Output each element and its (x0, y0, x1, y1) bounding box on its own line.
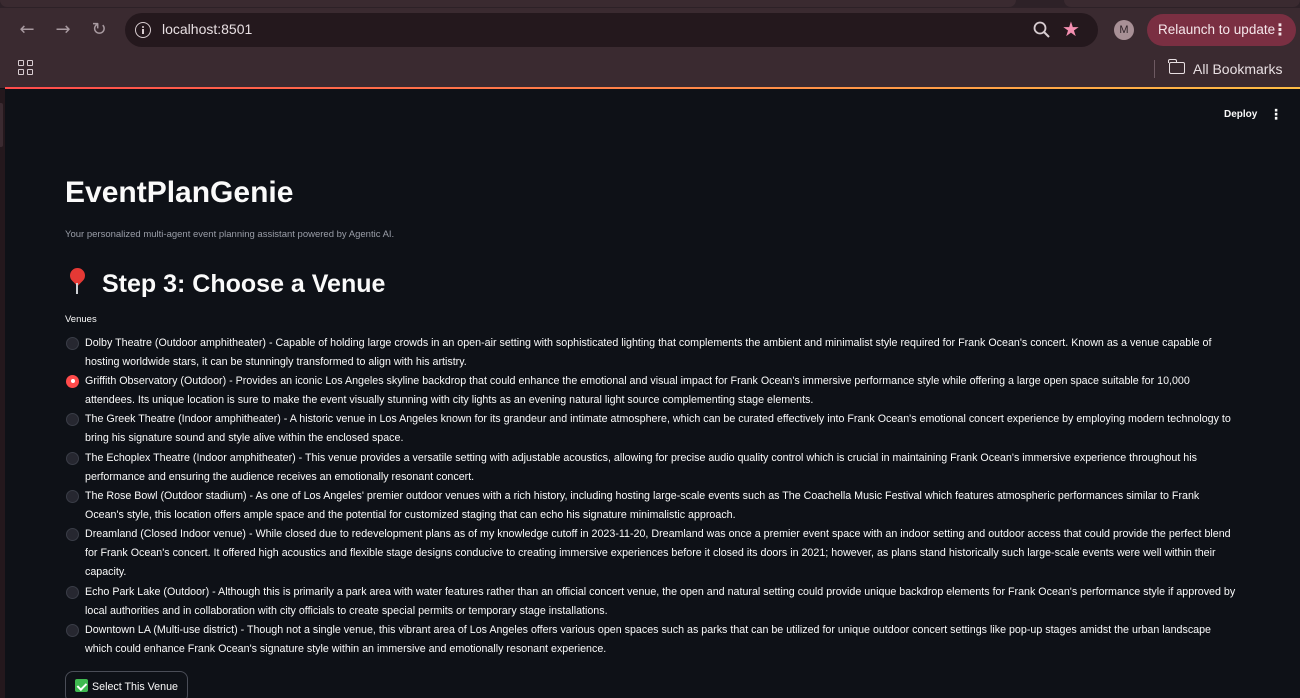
radio-button[interactable] (66, 489, 79, 503)
forward-icon[interactable]: → (51, 18, 75, 42)
venue-option-label[interactable]: Dreamland (Closed Indoor venue) - While … (85, 525, 1236, 583)
step-heading: Step 3: Choose a Venue (66, 266, 385, 299)
deploy-button[interactable]: Deploy (1218, 105, 1263, 125)
page-subtitle: Your personalized multi-agent event plan… (65, 229, 395, 240)
sidebar-collapsed-edge (0, 89, 5, 698)
check-mark-icon (75, 679, 88, 692)
radio-button[interactable] (66, 527, 79, 541)
venue-option[interactable]: The Greek Theatre (Indoor amphitheater) … (66, 410, 1236, 448)
relaunch-button[interactable]: Relaunch to update ⋮ (1147, 14, 1296, 46)
app-header-accent (5, 87, 1300, 89)
back-icon[interactable]: ← (15, 18, 39, 42)
venue-option-label[interactable]: Downtown LA (Multi-use district) - Thoug… (85, 621, 1236, 659)
step-heading-text: Step 3: Choose a Venue (102, 270, 386, 298)
profile-avatar[interactable]: M (1114, 20, 1134, 40)
browser-menu-icon[interactable]: ⋮ (1272, 14, 1288, 46)
reload-icon[interactable]: ↻ (87, 18, 111, 42)
venue-option-label[interactable]: The Rose Bowl (Outdoor stadium) - As one… (85, 487, 1236, 525)
site-info-icon[interactable] (135, 22, 151, 38)
page-title: EventPlanGenie (65, 176, 294, 209)
bookmarks-divider (1154, 60, 1155, 78)
radio-button[interactable] (66, 412, 79, 426)
radio-button[interactable] (66, 374, 79, 388)
venue-option-label[interactable]: Griffith Observatory (Outdoor) - Provide… (85, 372, 1236, 410)
folder-icon (1168, 59, 1185, 75)
venue-option[interactable]: Dolby Theatre (Outdoor amphitheater) - C… (66, 334, 1236, 372)
venue-option[interactable]: Downtown LA (Multi-use district) - Thoug… (66, 621, 1236, 659)
venue-option[interactable]: Griffith Observatory (Outdoor) - Provide… (66, 372, 1236, 410)
radio-button[interactable] (66, 336, 79, 350)
address-bar[interactable]: localhost:8501 ★ (125, 13, 1098, 47)
venues-label: Venues (65, 314, 97, 325)
venue-option[interactable]: The Rose Bowl (Outdoor stadium) - As one… (66, 487, 1236, 525)
select-venue-button[interactable]: Select This Venue (65, 671, 188, 698)
tab-strip (0, 0, 1300, 8)
apps-grid-icon[interactable] (18, 60, 34, 76)
all-bookmarks-button[interactable]: All Bookmarks (1168, 58, 1283, 80)
url-text[interactable]: localhost:8501 (162, 21, 252, 37)
browser-chrome: ← → ↻ localhost:8501 ★ M Relaunch to upd… (0, 0, 1300, 88)
sidebar-handle[interactable] (0, 103, 3, 147)
venue-option-label[interactable]: Echo Park Lake (Outdoor) - Although this… (85, 583, 1236, 621)
venue-option[interactable]: The Echoplex Theatre (Indoor amphitheate… (66, 449, 1236, 487)
venue-option-label[interactable]: The Greek Theatre (Indoor amphitheater) … (85, 410, 1236, 448)
select-venue-label: Select This Venue (92, 681, 178, 693)
zoom-icon[interactable] (1032, 20, 1052, 40)
round-pushpin-icon (66, 266, 90, 296)
radio-button[interactable] (66, 451, 79, 465)
browser-toolbar: ← → ↻ localhost:8501 ★ M Relaunch to upd… (0, 8, 1300, 52)
main-menu-icon[interactable]: ⋮ (1268, 106, 1284, 124)
venue-option-label[interactable]: Dolby Theatre (Outdoor amphitheater) - C… (85, 334, 1236, 372)
venue-option-label[interactable]: The Echoplex Theatre (Indoor amphitheate… (85, 449, 1236, 487)
radio-button[interactable] (66, 585, 79, 599)
radio-button[interactable] (66, 623, 79, 637)
venue-option[interactable]: Echo Park Lake (Outdoor) - Although this… (66, 583, 1236, 621)
all-bookmarks-label: All Bookmarks (1193, 61, 1283, 77)
relaunch-label: Relaunch to update (1158, 22, 1276, 37)
venue-option[interactable]: Dreamland (Closed Indoor venue) - While … (66, 525, 1236, 583)
bookmarks-bar: All Bookmarks (0, 52, 1300, 88)
bookmark-star-icon[interactable]: ★ (1062, 17, 1080, 41)
